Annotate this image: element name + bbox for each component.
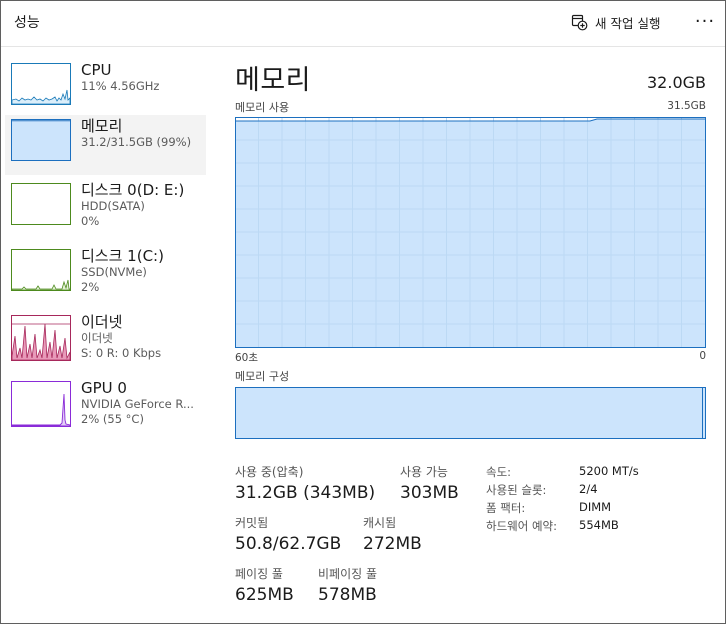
cpu-mini-graph [11, 63, 71, 105]
sidebar-item-detail: 0% [81, 214, 100, 228]
sidebar-item-detail: HDD(SATA) [81, 199, 145, 213]
stat-label: 비페이징 풀 [318, 567, 378, 581]
sidebar-item-detail: NVIDIA GeForce R... [81, 397, 194, 411]
stat-value: 625MB [235, 585, 294, 605]
sidebar-item-detail: 이더넷 [81, 331, 113, 345]
stat-paged-pool: 페이징 풀 625MB [235, 565, 294, 605]
header-bar: 성능 새 작업 실행 ··· [1, 1, 725, 47]
stat-value: 50.8/62.7GB [235, 534, 342, 554]
run-new-task-button[interactable]: 새 작업 실행 [571, 11, 660, 33]
sidebar-item-detail: S: 0 R: 0 Kbps [81, 346, 162, 360]
sidebar-item-detail: 11% 4.56GHz [81, 79, 160, 93]
page-title: 성능 [14, 15, 40, 31]
sidebar-item-label: 메모리 [81, 117, 123, 135]
usage-graph-label: 메모리 사용 [235, 101, 290, 114]
sidebar-item-label: 디스크 1(C:) [81, 247, 164, 265]
sidebar-item-cpu[interactable]: CPU 11% 4.56GHz [5, 59, 206, 119]
task-manager-window: 성능 새 작업 실행 ··· CPU 11% 4.56GHz 메모리 31.2/… [0, 0, 726, 624]
detail-speed-value: 5200 MT/s [579, 464, 639, 478]
sidebar-item-disk-1[interactable]: 디스크 1(C:) SSD(NVMe) 2% [5, 245, 206, 305]
stat-label: 커밋됨 [235, 516, 269, 530]
stat-label: 사용 가능 [400, 465, 448, 479]
stat-nonpaged-pool: 비페이징 풀 578MB [318, 565, 377, 605]
sidebar-item-detail: SSD(NVMe) [81, 265, 147, 279]
sidebar-item-ethernet[interactable]: 이더넷 이더넷 S: 0 R: 0 Kbps [5, 311, 206, 371]
stat-available: 사용 가능 303MB [400, 463, 459, 503]
stat-cached: 캐시됨 272MB [363, 514, 422, 554]
stat-in-use: 사용 중(압축) 31.2GB (343MB) [235, 463, 375, 503]
run-task-label: 새 작업 실행 [595, 15, 661, 31]
stat-value: 303MB [400, 483, 459, 503]
sidebar-item-detail: 2% [81, 280, 100, 294]
graph-axis-zero: 0 [699, 350, 706, 362]
detail-reserved-key: 하드웨어 예약: [486, 519, 558, 533]
memory-usage-graph [235, 117, 706, 348]
total-memory: 32.0GB [647, 73, 706, 92]
detail-form-value: DIMM [579, 500, 612, 514]
detail-slots-key: 사용된 슬롯: [486, 483, 547, 497]
disk1-mini-graph [11, 249, 71, 291]
sidebar-item-label: CPU [81, 61, 112, 79]
gpu-mini-graph [11, 381, 71, 427]
sidebar-item-disk-0[interactable]: 디스크 0(D: E:) HDD(SATA) 0% [5, 179, 206, 239]
memory-composition-bar [235, 387, 706, 439]
stat-value: 578MB [318, 585, 377, 605]
stat-value: 31.2GB (343MB) [235, 483, 376, 503]
sidebar-item-detail: 31.2/31.5GB (99%) [81, 135, 192, 149]
sidebar-item-memory[interactable]: 메모리 31.2/31.5GB (99%) [5, 115, 206, 175]
detail-reserved-value: 554MB [579, 518, 619, 532]
detail-speed-key: 속도: [486, 465, 512, 479]
disk0-mini-graph [11, 183, 71, 225]
memory-mini-graph [11, 119, 71, 161]
graph-axis-time: 60초 [235, 352, 259, 364]
detail-form-key: 폼 팩터: [486, 501, 526, 515]
stat-label: 페이징 풀 [235, 567, 283, 581]
sidebar-item-label: GPU 0 [81, 379, 127, 397]
sidebar-item-label: 디스크 0(D: E:) [81, 181, 185, 199]
more-options-button[interactable]: ··· [691, 9, 719, 35]
composition-label: 메모리 구성 [235, 370, 290, 383]
ethernet-mini-graph [11, 315, 71, 361]
run-task-icon [571, 14, 588, 31]
stat-value: 272MB [363, 534, 422, 554]
stat-label: 캐시됨 [363, 516, 397, 530]
sidebar-item-detail: 2% (55 °C) [81, 412, 144, 426]
sidebar-item-gpu-0[interactable]: GPU 0 NVIDIA GeForce R... 2% (55 °C) [5, 377, 206, 437]
detail-slots-value: 2/4 [579, 482, 598, 496]
usage-graph-max: 31.5GB [667, 100, 706, 112]
more-icon: ··· [694, 11, 716, 32]
resource-sidebar: CPU 11% 4.56GHz 메모리 31.2/31.5GB (99%) 디스… [1, 47, 213, 447]
stat-label: 사용 중(압축) [235, 465, 304, 479]
sidebar-item-label: 이더넷 [81, 313, 123, 331]
resource-title: 메모리 [235, 65, 312, 96]
composition-divider [702, 388, 703, 438]
stat-committed: 커밋됨 50.8/62.7GB [235, 514, 341, 554]
